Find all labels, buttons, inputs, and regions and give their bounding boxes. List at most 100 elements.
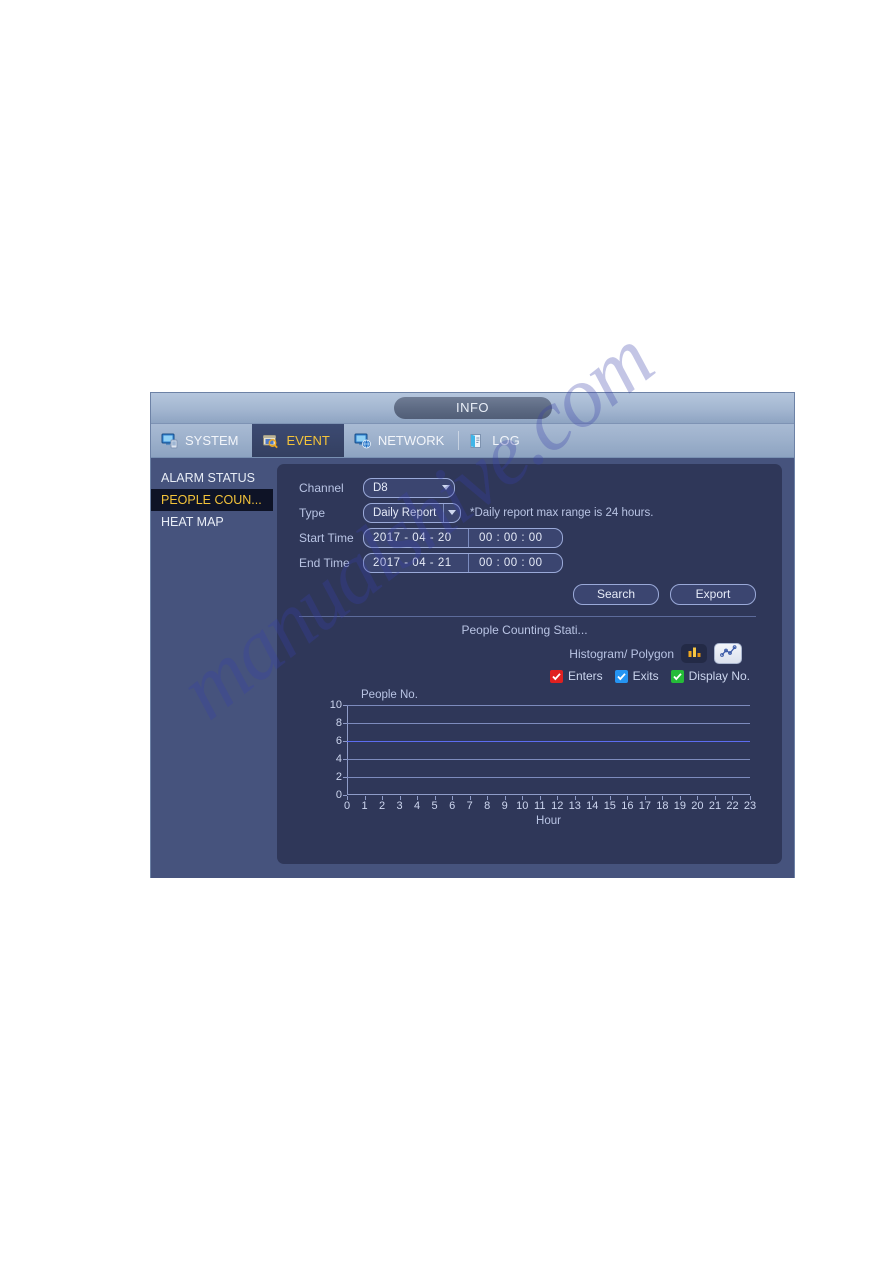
export-button[interactable]: Export — [670, 584, 756, 605]
window-titlebar: INFO — [151, 393, 794, 424]
chart-y-ticklabel: 2 — [335, 771, 342, 783]
chart-x-ticklabel: 15 — [603, 800, 616, 812]
chart-gridline — [347, 777, 750, 778]
tab-event[interactable]: EVENT — [252, 424, 344, 457]
window-body: ALARM STATUS PEOPLE COUN... HEAT MAP Cha… — [151, 458, 794, 878]
chart-x-ticklabel: 9 — [501, 800, 508, 812]
chart-x-ticklabel: 12 — [551, 800, 564, 812]
start-clock-input[interactable]: 00 : 00 : 00 — [469, 529, 562, 547]
chart-mode-label: Histogram/ Polygon — [569, 646, 674, 661]
chart-y-axis-label: People No. — [361, 689, 418, 701]
channel-select[interactable]: D8 — [363, 477, 455, 498]
checkbox-exits[interactable] — [614, 669, 628, 683]
chart-mode-row: Histogram/ Polygon — [299, 643, 768, 664]
tab-log[interactable]: LOG — [458, 424, 534, 457]
chart-x-ticklabel: 2 — [378, 800, 386, 812]
chart-x-ticklabel: 10 — [516, 800, 529, 812]
info-window: INFO SYSTEM EVENT NETWORK LOG ALARM STAT… — [150, 392, 795, 878]
chart-y-ticklabel: 8 — [335, 717, 342, 729]
event-search-icon — [262, 433, 280, 449]
chart-x-ticklabel: 23 — [743, 800, 757, 812]
start-date-input[interactable]: 2017 - 04 - 20 — [364, 528, 469, 547]
end-date-input[interactable]: 2017 - 04 - 21 — [364, 553, 469, 572]
sidebar: ALARM STATUS PEOPLE COUN... HEAT MAP — [151, 458, 273, 878]
chart-y-tickmark — [343, 759, 347, 760]
end-time-label: End Time — [299, 555, 350, 570]
section-divider — [299, 616, 756, 617]
chart-x-ticklabel: 14 — [586, 800, 599, 812]
tab-network-label: NETWORK — [377, 433, 445, 448]
chart-x-ticklabel: 20 — [691, 800, 704, 812]
tab-log-label: LOG — [492, 433, 520, 448]
chart-gridline — [347, 705, 750, 706]
start-time-field[interactable]: 2017 - 04 - 20 00 : 00 : 00 — [363, 527, 563, 548]
type-select[interactable]: Daily Report — [363, 502, 461, 523]
tab-bar: SYSTEM EVENT NETWORK LOG — [151, 424, 794, 458]
chevron-down-icon[interactable] — [438, 479, 454, 497]
type-value: Daily Report — [373, 506, 437, 519]
tab-system-label: SYSTEM — [185, 433, 239, 448]
start-time-label: Start Time — [299, 530, 354, 545]
log-book-icon — [468, 433, 486, 449]
checkbox-display-no[interactable] — [670, 669, 684, 683]
chart-x-ticklabel: 21 — [708, 800, 722, 812]
chart-x-axis-label: Hour — [536, 815, 561, 827]
chart-x-ticklabel: 6 — [449, 800, 456, 812]
polygon-button[interactable] — [714, 643, 742, 664]
chart-x-ticklabel: 19 — [673, 800, 687, 812]
end-time-field[interactable]: 2017 - 04 - 21 00 : 00 : 00 — [363, 552, 563, 573]
network-globe-icon — [354, 433, 372, 449]
sidebar-item-heat-map[interactable]: HEAT MAP — [151, 511, 273, 533]
report-title: People Counting Stati... — [461, 623, 588, 637]
type-label: Type — [299, 505, 326, 520]
start-time-row: Start Time 2017 - 04 - 20 00 : 00 : 00 — [299, 526, 768, 549]
polygon-line-chart-icon — [719, 644, 737, 663]
type-hint: *Daily report max range is 24 hours. — [470, 506, 654, 519]
chart-y-tickmark — [343, 705, 347, 706]
tab-network[interactable]: NETWORK — [343, 424, 459, 457]
search-button[interactable]: Search — [573, 584, 659, 605]
chart-x-ticklabel: 3 — [396, 800, 403, 812]
legend-checkbox-row: Enters Exits Display No. — [299, 669, 768, 683]
chart-plot-area: 0 2 4 6 8 10 0 1 2 3 4 5 6 7 8 9 10 11 12 13 14 15 16 17 18 19 20… — [330, 699, 756, 827]
tab-system[interactable]: SYSTEM — [151, 424, 253, 457]
chart-x-ticklabel: 11 — [534, 800, 546, 812]
content-area: Channel D8 Type Daily Report *Daily repo… — [273, 458, 794, 878]
channel-row: Channel D8 — [299, 476, 768, 499]
chart-y-tickmark — [343, 723, 347, 724]
chart-y-axis — [347, 705, 348, 795]
checkbox-enters[interactable] — [549, 669, 563, 683]
chart-y-ticklabel: 10 — [329, 699, 342, 711]
chart-x-ticklabel: 8 — [484, 800, 491, 812]
monitor-icon — [161, 433, 179, 449]
legend-label-enters: Enters — [567, 669, 603, 683]
type-row: Type Daily Report *Daily report max rang… — [299, 501, 768, 524]
page-title: INFO — [393, 397, 552, 419]
chart-gridline — [347, 759, 750, 760]
chart-x-ticklabel: 16 — [621, 800, 634, 812]
chart-x-ticklabel: 17 — [638, 800, 651, 812]
chart-x-ticklabel: 1 — [361, 800, 368, 812]
chart-x-ticklabel: 13 — [568, 800, 581, 812]
chart-gridline — [347, 741, 750, 742]
channel-label: Channel — [299, 480, 344, 495]
chart-gridline — [347, 723, 750, 724]
sidebar-item-alarm-status[interactable]: ALARM STATUS — [151, 467, 273, 489]
end-clock-input[interactable]: 00 : 00 : 00 — [469, 554, 562, 572]
histogram-button[interactable] — [681, 644, 707, 663]
end-time-row: End Time 2017 - 04 - 21 00 : 00 : 00 — [299, 551, 768, 574]
chart-x-ticklabel: 22 — [726, 800, 739, 812]
chevron-down-icon[interactable] — [443, 503, 460, 522]
chart-x-ticklabel: 18 — [656, 800, 669, 812]
tab-event-label: EVENT — [286, 433, 330, 448]
chart-y-tickmark — [343, 741, 347, 742]
legend-label-display-no: Display No. — [688, 669, 750, 683]
chart-y-ticklabel: 0 — [335, 789, 342, 801]
chart-x-ticklabel: 0 — [343, 800, 351, 812]
sidebar-item-people-counting[interactable]: PEOPLE COUN... — [151, 489, 273, 511]
chart-x-ticklabel: 7 — [466, 800, 473, 812]
action-button-row: Search Export — [299, 584, 768, 605]
legend-label-exits: Exits — [632, 669, 659, 683]
chart-x-ticklabel: 5 — [431, 800, 438, 812]
chart-y-ticklabel: 6 — [335, 735, 342, 747]
